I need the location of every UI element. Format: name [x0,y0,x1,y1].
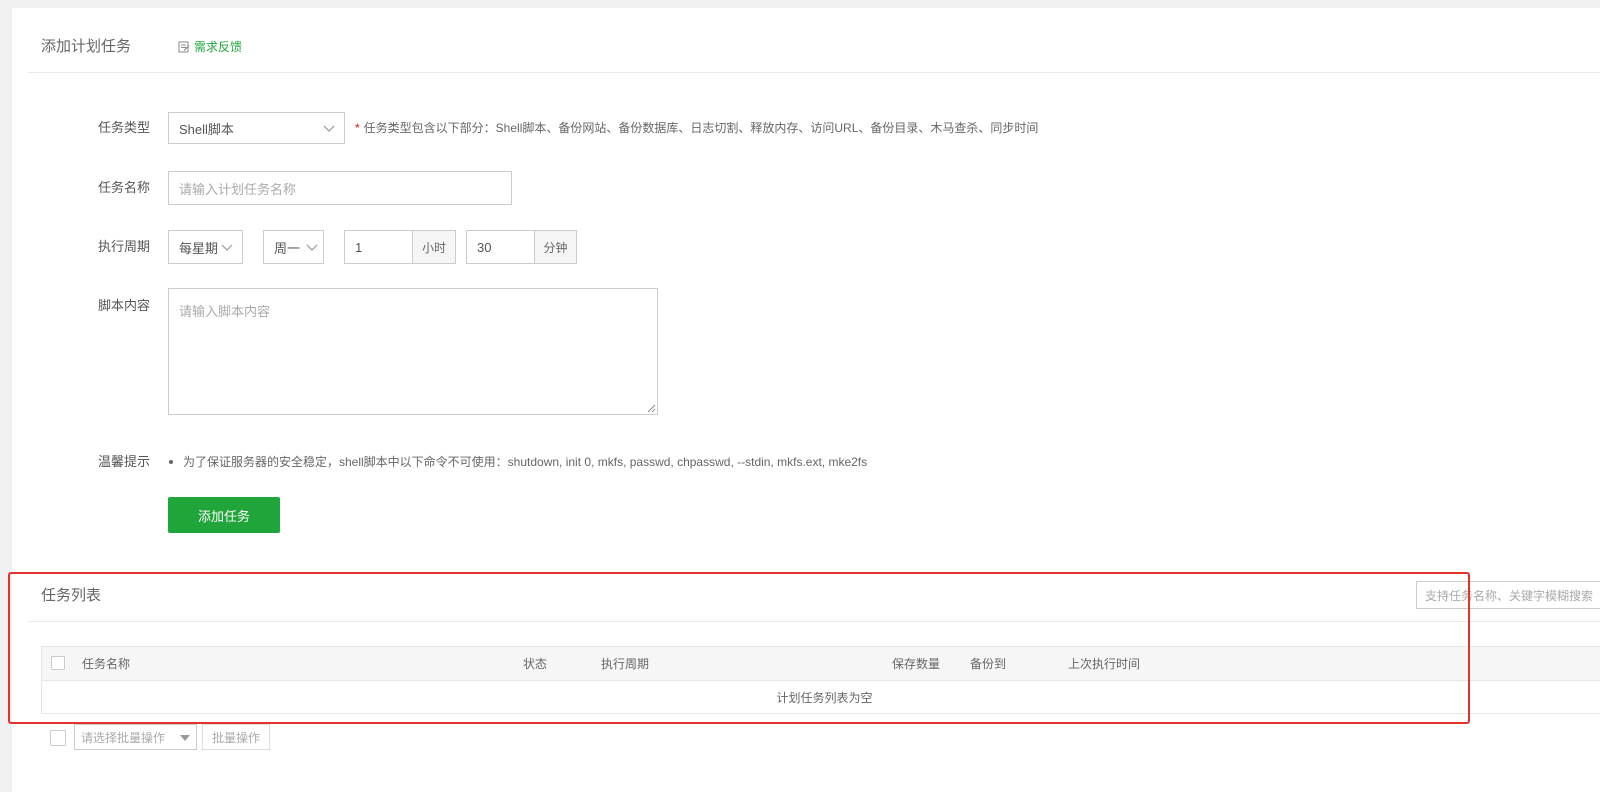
chevron-down-icon [221,244,233,251]
batch-placeholder: 请选择批量操作 [81,730,166,745]
tip-content: 为了保证服务器的安全稳定，shell脚本中以下命令不可使用：shutdown, … [183,455,868,469]
hour-unit-addon: 小时 [412,230,456,264]
cycle-minute-input[interactable]: 30 [466,230,535,264]
batch-action-select[interactable]: 请选择批量操作 [74,724,197,750]
task-type-hint-text: 任务类型包含以下部分：Shell脚本、备份网站、备份数据库、日志切割、释放内存、… [363,121,1039,135]
task-search-input[interactable]: 支持任务名称、关键字模糊搜索 [1416,581,1600,609]
feedback-label: 需求反馈 [194,40,243,54]
task-name-input[interactable]: 请输入计划任务名称 [168,171,512,205]
col-task-name[interactable]: 任务名称 [82,657,130,671]
required-star: * [355,121,360,135]
bullet-icon [169,459,173,464]
task-type-select[interactable]: Shell脚本 [168,112,345,144]
feedback-link[interactable]: 需求反馈 [178,40,242,54]
resize-grip-icon[interactable] [647,404,656,413]
task-name-label: 任务名称 [97,180,150,195]
add-task-header: 添加计划任务 需求反馈 [28,8,1600,73]
task-table: 任务名称 状态 执行周期 保存数量 备份到 上次执行时间 计划任务列表为空 [41,646,1600,714]
cycle-period-select[interactable]: 每星期 [168,230,243,264]
cycle-hour-value: 1 [355,239,363,255]
cycle-hour-input[interactable]: 1 [344,230,413,264]
batch-select-checkbox[interactable] [50,730,66,746]
task-list-header: 任务列表 [28,557,1600,622]
caret-down-icon [180,735,190,741]
script-textarea[interactable]: 请输入脚本内容 [168,288,658,415]
tip-label: 温馨提示 [97,454,150,469]
task-type-label: 任务类型 [97,120,150,135]
col-cycle[interactable]: 执行周期 [601,657,649,671]
task-type-hint: * 任务类型包含以下部分：Shell脚本、备份网站、备份数据库、日志切割、释放内存… [355,121,1038,135]
col-status[interactable]: 状态 [523,657,547,671]
cycle-period-value: 每星期 [179,240,219,256]
chevron-down-icon [306,244,318,251]
batch-action-button[interactable]: 批量操作 [202,724,270,750]
cycle-weekday-value: 周一 [274,240,301,256]
script-label: 脚本内容 [97,298,150,313]
cycle-minute-value: 30 [477,239,492,255]
task-search-placeholder: 支持任务名称、关键字模糊搜索 [1425,588,1594,603]
col-backup-to[interactable]: 备份到 [970,657,1006,671]
table-header: 任务名称 状态 执行周期 保存数量 备份到 上次执行时间 [42,647,1600,681]
add-task-title: 添加计划任务 [41,38,132,55]
tip-text: 为了保证服务器的安全稳定，shell脚本中以下命令不可使用：shutdown, … [168,455,867,469]
add-task-button[interactable]: 添加任务 [168,497,280,533]
empty-row: 计划任务列表为空 [42,681,1600,713]
cycle-label: 执行周期 [97,239,150,254]
minute-unit-addon: 分钟 [534,230,577,264]
task-type-value: Shell脚本 [179,121,234,137]
chevron-down-icon [323,125,335,132]
cycle-weekday-select[interactable]: 周一 [263,230,324,264]
select-all-checkbox[interactable] [51,656,65,670]
col-last-run[interactable]: 上次执行时间 [1068,657,1140,671]
task-name-placeholder: 请输入计划任务名称 [179,181,297,197]
edit-icon [178,41,190,53]
col-keep-count[interactable]: 保存数量 [892,657,940,671]
task-list-title: 任务列表 [41,587,102,604]
script-placeholder: 请输入脚本内容 [179,304,271,319]
empty-text: 计划任务列表为空 [776,690,873,705]
